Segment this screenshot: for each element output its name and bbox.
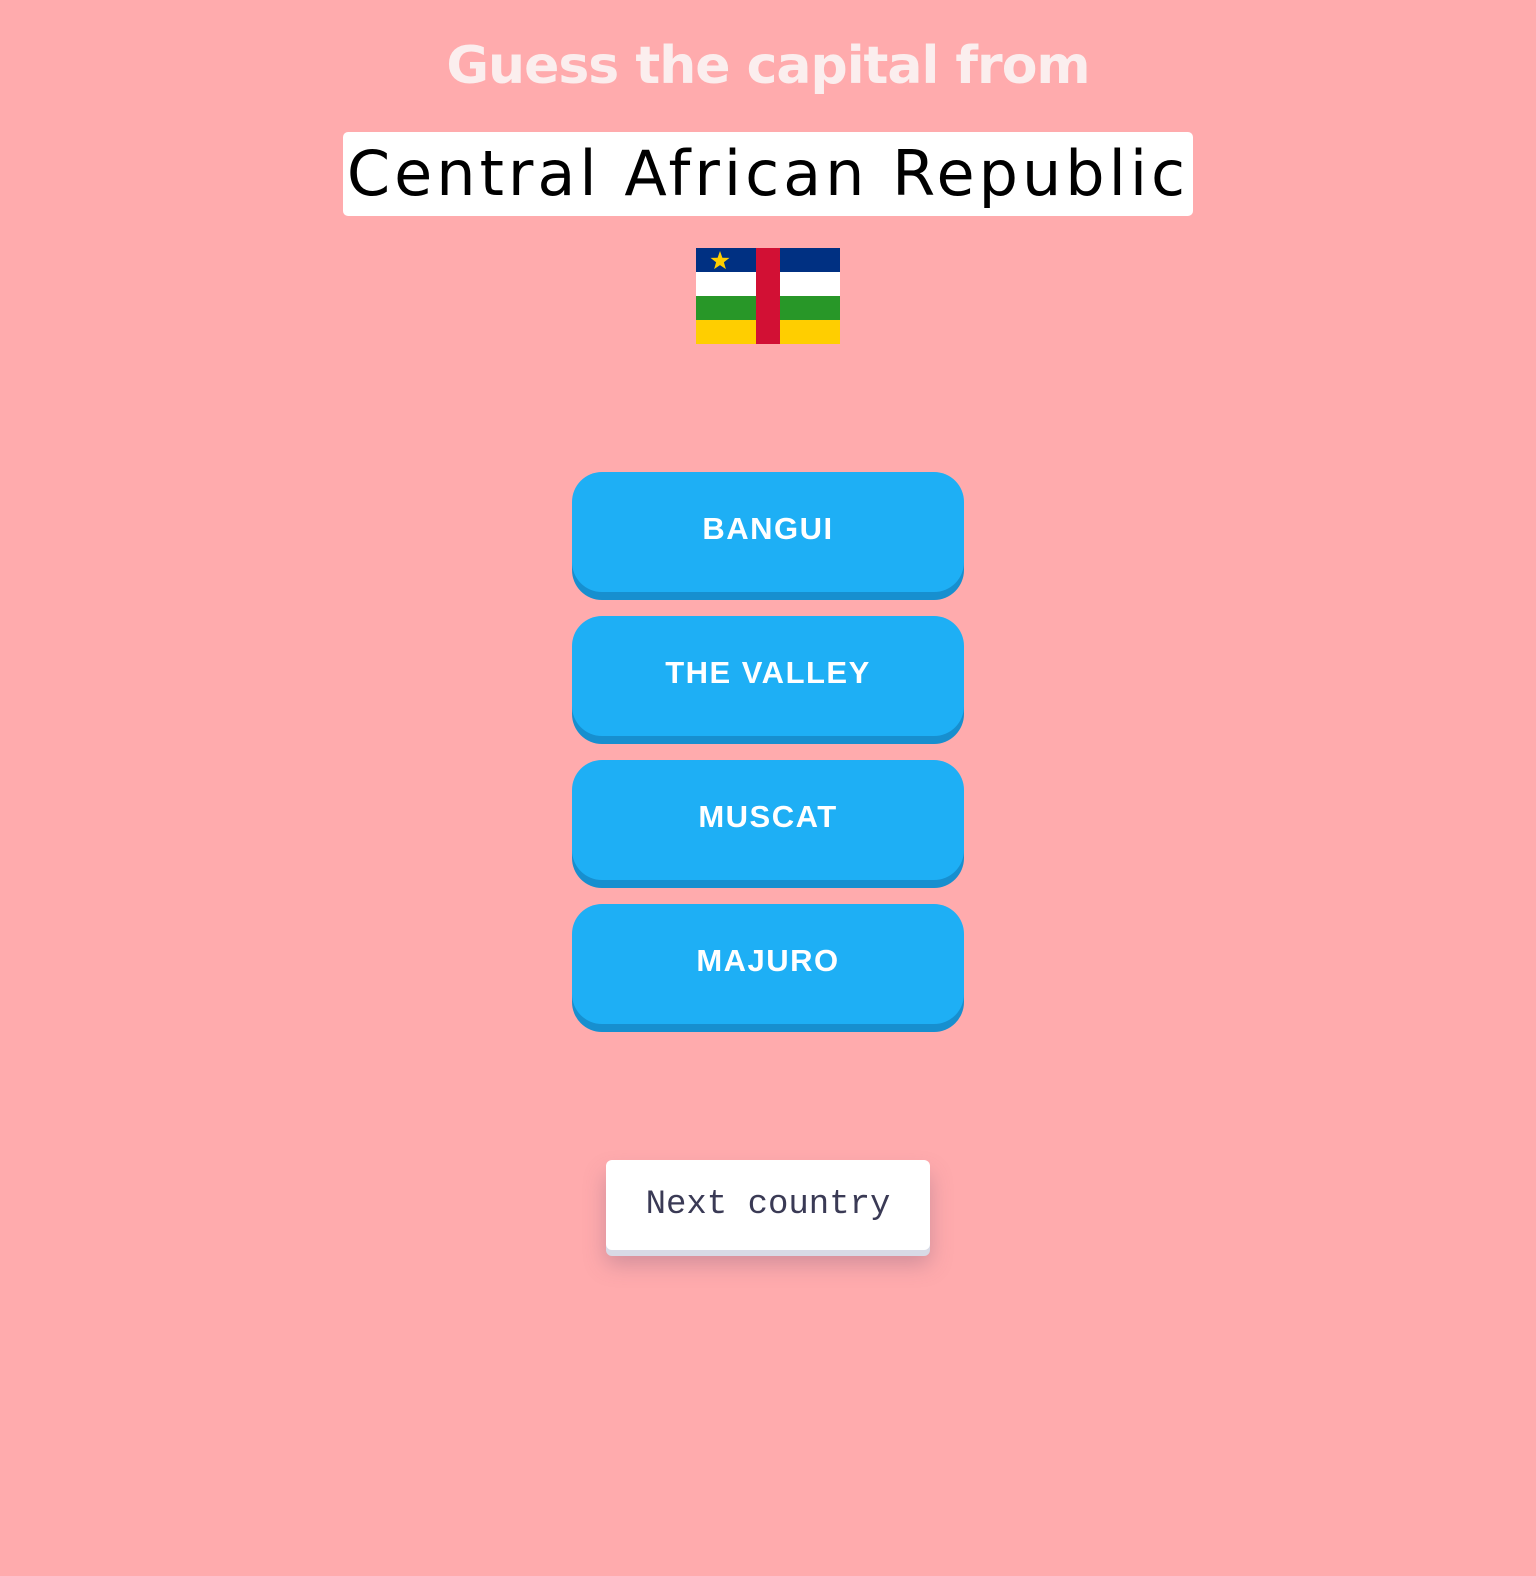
option-button[interactable]: BANGUI — [572, 472, 964, 592]
quiz-heading: Guess the capital from — [446, 36, 1090, 96]
flag-icon — [696, 248, 840, 344]
option-button[interactable]: MAJURO — [572, 904, 964, 1024]
option-button[interactable]: MUSCAT — [572, 760, 964, 880]
option-button[interactable]: THE VALLEY — [572, 616, 964, 736]
answer-options: BANGUI THE VALLEY MUSCAT MAJURO — [572, 472, 964, 1048]
country-name-container: Central African Republic — [0, 132, 1536, 216]
next-country-button[interactable]: Next country — [606, 1160, 930, 1250]
country-name: Central African Republic — [342, 132, 1194, 216]
